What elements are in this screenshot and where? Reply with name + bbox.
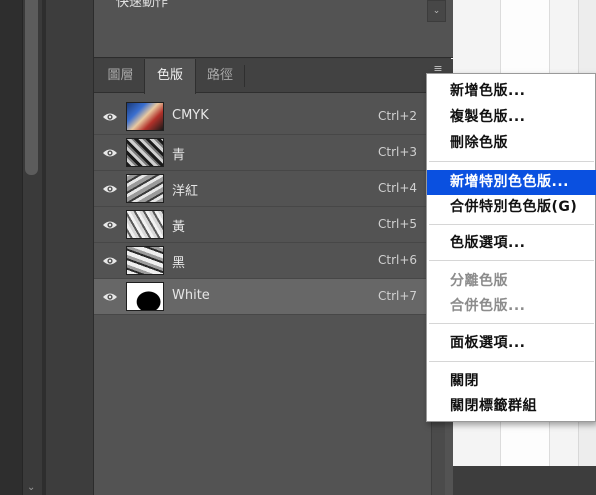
visibility-eye-icon[interactable]: [102, 290, 118, 304]
menu-item-channel-options[interactable]: 色版選項...: [427, 231, 596, 256]
channel-thumbnail: [126, 102, 164, 131]
visibility-eye-icon[interactable]: [102, 254, 118, 268]
channel-thumbnail: [126, 138, 164, 167]
menu-item-delete-channel[interactable]: 刪除色版: [427, 131, 596, 156]
menu-separator: [429, 260, 594, 261]
channel-thumbnail: [126, 174, 164, 203]
visibility-eye-icon[interactable]: [102, 146, 118, 160]
channel-row[interactable]: White Ctrl+7: [94, 279, 430, 315]
quick-actions-title[interactable]: 快速動作: [116, 0, 168, 10]
tab-channels[interactable]: 色版: [144, 59, 196, 94]
chevron-down-icon[interactable]: ⌄: [27, 482, 35, 493]
menu-separator: [429, 323, 594, 324]
channel-thumbnail: [126, 282, 164, 311]
menu-separator: [429, 224, 594, 225]
menu-item-split-channels: 分離色版: [450, 273, 508, 289]
menu-separator: [429, 361, 594, 362]
channel-shortcut: Ctrl+6: [378, 253, 418, 267]
channel-row[interactable]: 黃 Ctrl+5: [94, 207, 430, 243]
chevron-down-icon[interactable]: ⌄: [427, 0, 446, 22]
quick-actions-panel: 快速動作 ⌄: [94, 0, 453, 58]
channel-shortcut: Ctrl+4: [378, 181, 418, 195]
menu-item-close-tab-group[interactable]: 關閉標籤群組: [427, 394, 596, 419]
visibility-eye-icon[interactable]: [102, 218, 118, 232]
channel-name: CMYK: [172, 108, 209, 123]
channel-shortcut: Ctrl+2: [378, 109, 418, 123]
menu-item-panel-options[interactable]: 面板選項...: [427, 331, 596, 356]
channel-shortcut: Ctrl+3: [378, 145, 418, 159]
channel-row[interactable]: 黑 Ctrl+6: [94, 243, 430, 279]
channel-thumbnail: [126, 210, 164, 239]
tab-paths[interactable]: 路徑: [197, 59, 243, 93]
panel-tab-bar: 圖層 色版 路徑 ≡: [94, 59, 453, 94]
channel-name: 黃: [172, 220, 186, 235]
tab-divider: [244, 65, 245, 87]
menu-item-new-spot-channel[interactable]: 新增特別色色版...: [427, 170, 596, 195]
panel-dock-gutter: [46, 0, 94, 495]
channel-row[interactable]: 青 Ctrl+3: [94, 135, 430, 171]
channel-name: 洋紅: [172, 184, 199, 199]
channel-name: 青: [172, 148, 186, 163]
channels-panel: 圖層 色版 路徑 ≡ CMYK Ctrl+2 青 Ctrl+3 洋紅 Ctrl+4 黃 Ctr…: [94, 59, 453, 495]
channel-shortcut: Ctrl+7: [378, 289, 418, 303]
menu-item-close[interactable]: 關閉: [427, 369, 596, 394]
menu-item-duplicate-channel[interactable]: 複製色版...: [427, 105, 596, 130]
menu-separator: [429, 161, 594, 162]
menu-item-merge-channels: 合併色版...: [450, 298, 526, 314]
tab-layers[interactable]: 圖層: [98, 59, 143, 93]
channel-name: White: [172, 288, 210, 303]
channels-context-menu: 新增色版... 複製色版... 刪除色版 新增特別色色版... 合併特別色色版(…: [426, 73, 596, 422]
channel-row[interactable]: CMYK Ctrl+2: [94, 99, 430, 135]
channel-thumbnail: [126, 246, 164, 275]
left-scrollbar-thumb[interactable]: [25, 0, 38, 175]
channel-row[interactable]: 洋紅 Ctrl+4: [94, 171, 430, 207]
channel-name: 黑: [172, 256, 186, 271]
visibility-eye-icon[interactable]: [102, 182, 118, 196]
menu-item-new-channel[interactable]: 新增色版...: [427, 79, 596, 104]
channel-shortcut: Ctrl+5: [378, 217, 418, 231]
visibility-eye-icon[interactable]: [102, 110, 118, 124]
menu-item-merge-spot-channel[interactable]: 合併特別色色版(G): [427, 195, 596, 220]
